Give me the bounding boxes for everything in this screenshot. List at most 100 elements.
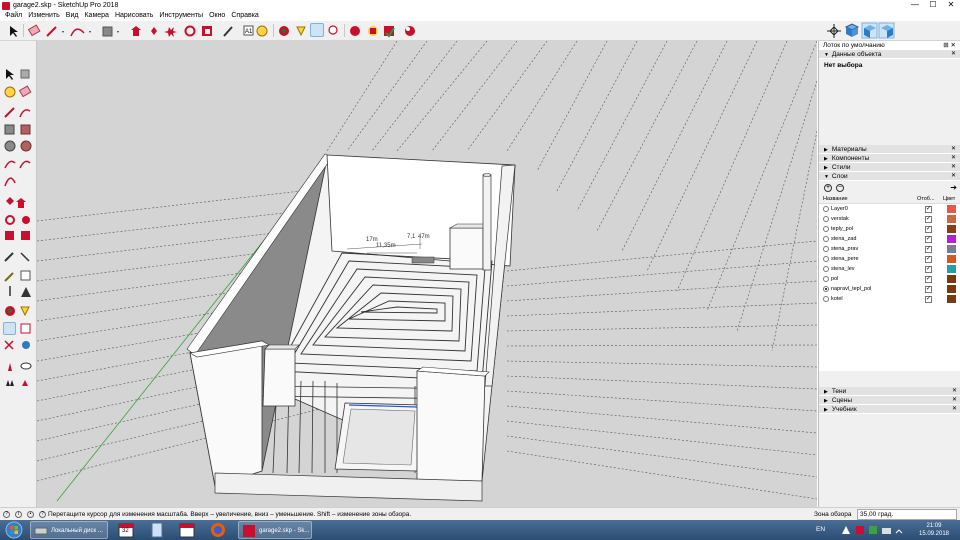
zoom-tool[interactable] (3, 322, 16, 335)
instructor-header[interactable]: ▶ Учебник ✕ (819, 405, 960, 414)
col-name[interactable]: Название (823, 194, 848, 204)
close-icon[interactable]: ✕ (951, 172, 956, 181)
layer-color-swatch[interactable] (947, 245, 956, 253)
layer-name[interactable]: Layer0 (831, 204, 848, 214)
layer-name[interactable]: stena_prav (831, 244, 858, 254)
zoom-tool-button[interactable] (310, 23, 324, 37)
layer-row[interactable]: stena_pere ✓ (819, 254, 960, 264)
close-icon[interactable]: ✕ (951, 50, 956, 59)
menu-file[interactable]: Файл (2, 11, 25, 21)
layer-name[interactable]: kotel (831, 294, 843, 304)
menu-window[interactable]: Окно (206, 11, 228, 21)
maximize-button[interactable]: ☐ (924, 0, 942, 11)
layer-row[interactable]: napravl_tepl_pol ✓ (819, 284, 960, 294)
layers-header[interactable]: ▼ Слои ✕ (819, 172, 960, 181)
help-icon[interactable]: ? (39, 511, 46, 518)
layer-visible-checkbox[interactable]: ✓ (925, 285, 932, 293)
close-icon[interactable]: ✕ (952, 396, 957, 405)
model-viewport[interactable]: 7,1 47m 17m 11,35m (37, 41, 817, 507)
layer-row[interactable]: teply_pol ✓ (819, 224, 960, 234)
user-icon[interactable]: • (27, 511, 34, 518)
menu-draw[interactable]: Нарисовать (112, 11, 156, 21)
menu-camera[interactable]: Камера (81, 11, 111, 21)
menu-view[interactable]: Вид (63, 11, 82, 21)
layer-name[interactable]: verstak (831, 214, 849, 224)
layer-visible-checkbox[interactable]: ✓ (925, 265, 932, 273)
layer-name[interactable]: napravl_tepl_pol (831, 284, 871, 294)
active-layer-radio[interactable] (823, 216, 829, 222)
layer-color-swatch[interactable] (947, 265, 956, 273)
layer-visible-checkbox[interactable]: ✓ (925, 215, 932, 223)
minimize-button[interactable]: — (906, 0, 924, 11)
components-header[interactable]: ▶ Компоненты ✕ (819, 154, 960, 163)
layer-row[interactable]: stena_prav ✓ (819, 244, 960, 254)
add-layer-icon[interactable]: + (824, 184, 832, 192)
layer-visible-checkbox[interactable]: ✓ (925, 225, 932, 233)
taskbar-sketchup[interactable]: garage2.skp - Sk... (238, 521, 312, 539)
layer-name[interactable]: pol (831, 274, 838, 284)
entity-info-header[interactable]: ▼ Данные объекта ✕ (819, 50, 960, 59)
layer-visible-checkbox[interactable]: ✓ (925, 245, 932, 253)
close-button[interactable]: ✕ (942, 0, 960, 11)
taskbar-explorer[interactable]: Локальный диск ... (30, 521, 108, 539)
layer-visible-checkbox[interactable]: ✓ (925, 275, 932, 283)
windows-start-icon[interactable] (3, 521, 25, 539)
close-icon[interactable]: ✕ (951, 154, 956, 163)
close-icon[interactable]: ✕ (952, 387, 957, 396)
active-layer-radio[interactable] (823, 266, 829, 272)
active-layer-radio[interactable] (823, 286, 829, 292)
layer-name[interactable]: stena_lev (831, 264, 855, 274)
layer-row[interactable]: stena_lev ✓ (819, 264, 960, 274)
close-icon[interactable]: ✕ (952, 405, 957, 414)
active-layer-radio[interactable] (823, 226, 829, 232)
scenes-header[interactable]: ▶ Сцены ✕ (819, 396, 960, 405)
layer-name[interactable]: teply_pol (831, 224, 853, 234)
active-layer-radio[interactable] (823, 256, 829, 262)
taskbar-firefox[interactable] (207, 521, 229, 539)
measurements-input[interactable]: 35,00 град. (857, 509, 957, 520)
layer-visible-checkbox[interactable]: ✓ (925, 295, 932, 303)
layer-color-swatch[interactable] (947, 285, 956, 293)
layer-color-swatch[interactable] (947, 215, 956, 223)
layer-color-swatch[interactable] (947, 255, 956, 263)
layer-row[interactable]: stena_zad ✓ (819, 234, 960, 244)
layer-name[interactable]: stena_zad (831, 234, 856, 244)
shadows-header[interactable]: ▶ Тени ✕ (819, 387, 960, 396)
layer-name[interactable]: stena_pere (831, 254, 859, 264)
layer-color-swatch[interactable] (947, 235, 956, 243)
geo-location-icon[interactable]: ? (3, 511, 10, 518)
active-layer-radio[interactable] (823, 276, 829, 282)
layer-visible-checkbox[interactable]: ✓ (925, 205, 932, 213)
tray-controls[interactable]: ⊞ ✕ (943, 41, 956, 50)
menu-edit[interactable]: Изменить (25, 11, 63, 21)
layer-row[interactable]: kotel ✓ (819, 294, 960, 304)
taskbar-notepad-app[interactable] (146, 521, 168, 539)
delete-layer-icon[interactable]: − (836, 184, 844, 192)
taskbar-calendar-app-2[interactable] (176, 521, 198, 539)
menu-tools[interactable]: Инструменты (156, 11, 206, 21)
layer-color-swatch[interactable] (947, 225, 956, 233)
credits-icon[interactable]: i (15, 511, 22, 518)
layer-row[interactable]: Layer0 ✓ (819, 204, 960, 214)
taskbar-calendar-app[interactable]: 32 (115, 521, 137, 539)
close-icon[interactable]: ✕ (951, 145, 956, 154)
layer-color-swatch[interactable] (947, 275, 956, 283)
layer-row[interactable]: pol ✓ (819, 274, 960, 284)
col-visible[interactable]: Отоб... (917, 194, 935, 204)
active-layer-radio[interactable] (823, 236, 829, 242)
layer-color-swatch[interactable] (947, 205, 956, 213)
layer-visible-checkbox[interactable]: ✓ (925, 235, 932, 243)
layer-color-swatch[interactable] (947, 295, 956, 303)
close-icon[interactable]: ✕ (951, 163, 956, 172)
layer-row[interactable]: verstak ✓ (819, 214, 960, 224)
active-layer-radio[interactable] (823, 206, 829, 212)
active-layer-radio[interactable] (823, 246, 829, 252)
col-color[interactable]: Цвет (943, 194, 955, 204)
styles-header[interactable]: ▶ Стили ✕ (819, 163, 960, 172)
active-layer-radio[interactable] (823, 296, 829, 302)
system-clock[interactable]: 21:09 15.09.2018 (914, 522, 954, 538)
materials-header[interactable]: ▶ Материалы ✕ (819, 145, 960, 154)
menu-help[interactable]: Справка (228, 11, 261, 21)
keyboard-language[interactable]: EN (816, 520, 825, 540)
layer-visible-checkbox[interactable]: ✓ (925, 255, 932, 263)
